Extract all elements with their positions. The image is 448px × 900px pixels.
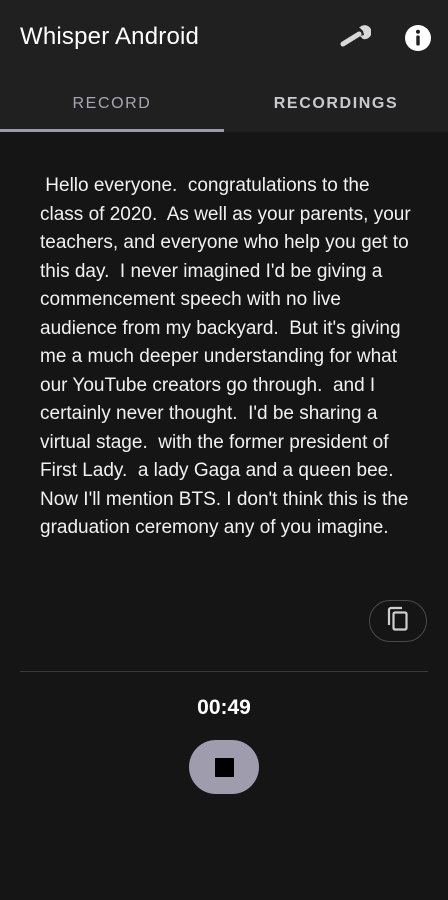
tab-selected-indicator bbox=[0, 129, 224, 132]
info-icon bbox=[404, 24, 432, 57]
tab-record[interactable]: RECORD bbox=[0, 76, 224, 132]
copy-icon bbox=[385, 605, 411, 638]
transcript-text: Hello everyone. congratulations to the c… bbox=[40, 175, 416, 538]
settings-button[interactable] bbox=[333, 20, 373, 60]
app-title: Whisper Android bbox=[20, 23, 200, 50]
top-app-bar: Whisper Android RECORD RECORDINGS bbox=[0, 0, 448, 132]
recording-timer: 00:49 bbox=[197, 696, 251, 719]
copy-button[interactable] bbox=[369, 600, 427, 642]
info-button[interactable] bbox=[398, 20, 438, 60]
app-root: Whisper Android RECORD RECORDINGS Hello … bbox=[0, 0, 448, 900]
stop-icon bbox=[214, 757, 234, 777]
tab-bar: RECORD RECORDINGS bbox=[0, 76, 448, 132]
wrench-icon bbox=[335, 24, 372, 57]
divider bbox=[20, 671, 428, 672]
stop-recording-button[interactable] bbox=[189, 740, 259, 794]
tab-recordings[interactable]: RECORDINGS bbox=[224, 76, 448, 132]
